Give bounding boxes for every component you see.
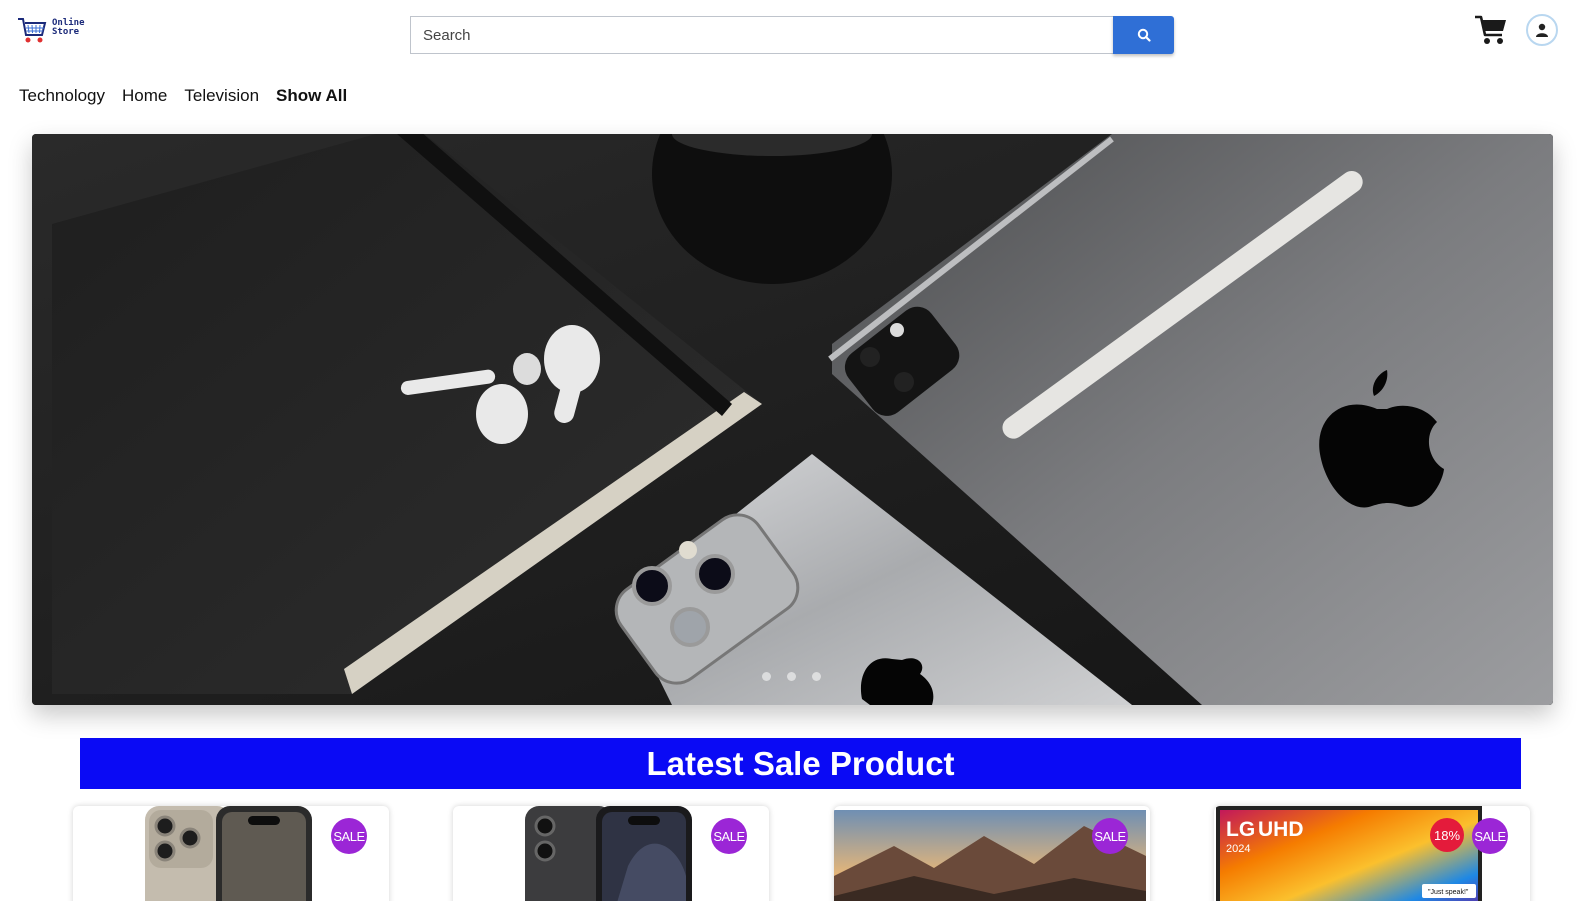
nav-item-home[interactable]: Home: [122, 86, 167, 106]
search-button[interactable]: [1113, 16, 1174, 54]
tv-model-text: UHD: [1258, 818, 1304, 841]
nav-item-show-all[interactable]: Show All: [276, 86, 347, 106]
product-card[interactable]: LG UHD 2024 "Just speak!" 18% SALE: [1214, 806, 1530, 901]
product-card[interactable]: SALE: [453, 806, 769, 901]
cart-icon[interactable]: [1474, 14, 1508, 46]
carousel-dot-3[interactable]: [812, 672, 821, 681]
hero-carousel[interactable]: [32, 134, 1553, 705]
logo-text: Online Store: [52, 18, 85, 42]
logo-tagline: [52, 37, 85, 42]
category-nav: Technology Home Television Show All: [19, 86, 347, 106]
carousel-dot-1[interactable]: [762, 672, 771, 681]
hero-image: [32, 134, 1553, 705]
sale-badge: SALE: [711, 818, 747, 854]
sale-badge: SALE: [1472, 818, 1508, 854]
discount-badge: 18%: [1430, 818, 1464, 852]
carousel-indicators: [762, 672, 821, 681]
sale-badge: SALE: [1092, 818, 1128, 854]
sale-section-title: Latest Sale Product: [80, 738, 1521, 789]
user-icon: [1536, 23, 1548, 37]
tv-year-text: 2024: [1226, 843, 1250, 855]
tv-brand-text: LG: [1226, 818, 1255, 841]
product-card[interactable]: SALE: [73, 806, 389, 901]
search-input[interactable]: [410, 16, 1113, 54]
search-icon: [1137, 28, 1151, 42]
search-bar: [410, 16, 1174, 54]
nav-item-technology[interactable]: Technology: [19, 86, 105, 106]
logo-line2: Store: [52, 26, 80, 37]
user-account-button[interactable]: [1526, 14, 1558, 46]
store-logo[interactable]: Online Store: [16, 14, 88, 46]
tv-tagline-text: "Just speak!": [1428, 889, 1469, 896]
nav-item-television[interactable]: Television: [184, 86, 259, 106]
carousel-dot-2[interactable]: [787, 672, 796, 681]
sale-badge: SALE: [331, 818, 367, 854]
logo-cart-icon: [18, 18, 47, 43]
product-card[interactable]: SALE: [834, 806, 1150, 901]
